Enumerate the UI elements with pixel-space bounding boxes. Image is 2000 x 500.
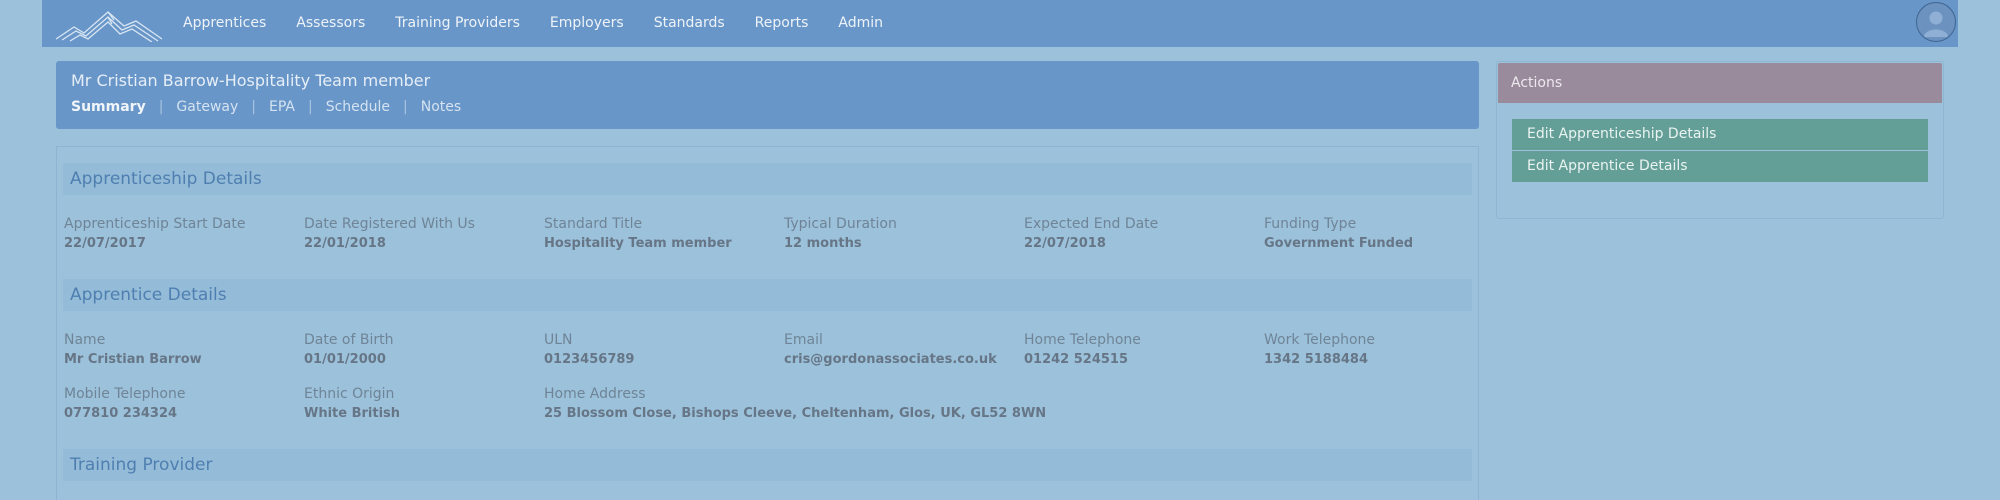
nav-admin[interactable]: Admin xyxy=(838,15,883,31)
work-telephone: Work Telephone 1342 5188484 xyxy=(1264,332,1375,368)
funding-type: Funding Type Government Funded xyxy=(1264,216,1413,252)
tab-gateway[interactable]: Gateway xyxy=(176,99,238,115)
nav-reports[interactable]: Reports xyxy=(755,15,809,31)
apprentice-header-panel: Mr Cristian Barrow-Hospitality Team memb… xyxy=(56,61,1479,129)
field-value: Government Funded xyxy=(1264,236,1414,251)
field-value: White British xyxy=(304,406,401,421)
field-value: 0123456789 xyxy=(544,352,635,367)
field-label: Work Telephone xyxy=(1264,332,1376,348)
typical-duration: Typical Duration 12 months xyxy=(784,216,897,252)
field-value: 01242 524515 xyxy=(1024,352,1129,367)
field-label: Date Registered With Us xyxy=(304,216,475,232)
field-label: Name xyxy=(64,332,106,348)
apprentice-name: Name Mr Cristian Barrow xyxy=(64,332,202,368)
actions-panel: Actions Edit Apprenticeship Details Edit… xyxy=(1496,61,1944,219)
user-avatar-icon[interactable] xyxy=(1916,2,1956,42)
field-label: Ethnic Origin xyxy=(304,386,395,402)
expected-end-date: Expected End Date 22/07/2018 xyxy=(1024,216,1158,252)
top-navbar: Apprentices Assessors Training Providers… xyxy=(42,0,1958,47)
mountain-logo-icon[interactable] xyxy=(54,6,164,42)
tab-separator: | xyxy=(158,99,164,115)
page-title: Mr Cristian Barrow-Hospitality Team memb… xyxy=(71,71,431,90)
nav-assessors[interactable]: Assessors xyxy=(296,15,365,31)
field-label: Standard Title xyxy=(544,216,643,232)
field-value: cris@gordonassociates.co.uk xyxy=(784,352,997,367)
field-value: 12 months xyxy=(784,236,862,251)
nav-standards[interactable]: Standards xyxy=(654,15,725,31)
summary-content: Apprenticeship Details Apprenticeship St… xyxy=(56,146,1479,500)
field-value: Hospitality Team member xyxy=(544,236,732,251)
tab-separator: | xyxy=(307,99,313,115)
apprenticeship-details-header: Apprenticeship Details xyxy=(63,163,1472,195)
tab-notes[interactable]: Notes xyxy=(421,99,461,115)
edit-apprenticeship-details-button[interactable]: Edit Apprenticeship Details xyxy=(1512,119,1928,150)
section-title: Apprentice Details xyxy=(70,285,227,305)
tab-schedule[interactable]: Schedule xyxy=(326,99,390,115)
field-label: Email xyxy=(784,332,823,348)
standard-title: Standard Title Hospitality Team member xyxy=(544,216,732,252)
tab-summary[interactable]: Summary xyxy=(71,99,146,115)
email: Email cris@gordonassociates.co.uk xyxy=(784,332,997,368)
tab-epa[interactable]: EPA xyxy=(269,99,295,115)
nav-training-providers[interactable]: Training Providers xyxy=(395,15,520,31)
tab-separator: | xyxy=(403,99,408,115)
field-value: 22/07/2018 xyxy=(1024,236,1106,251)
field-value: Mr Cristian Barrow xyxy=(64,352,202,367)
mobile-telephone: Mobile Telephone 077810 234324 xyxy=(64,386,185,422)
nav-employers[interactable]: Employers xyxy=(550,15,624,31)
tab-separator: | xyxy=(251,99,256,115)
field-value: 25 Blossom Close, Bishops Cleeve, Chelte… xyxy=(544,406,1047,421)
sub-navigation: Summary | Gateway | EPA | Schedule | Not… xyxy=(71,99,461,115)
field-label: Apprenticeship Start Date xyxy=(64,216,246,232)
field-label: Date of Birth xyxy=(304,332,394,348)
field-value: 22/01/2018 xyxy=(304,236,386,251)
actions-title: Actions xyxy=(1511,75,1563,91)
apprenticeship-start-date: Apprenticeship Start Date 22/07/2017 xyxy=(64,216,245,252)
field-value: 01/01/2000 xyxy=(304,352,386,367)
field-value: 1342 5188484 xyxy=(1264,352,1369,367)
field-label: Home Telephone xyxy=(1024,332,1141,348)
main-nav: Apprentices Assessors Training Providers… xyxy=(183,0,913,45)
home-address: Home Address 25 Blossom Close, Bishops C… xyxy=(544,386,1046,422)
training-provider-header: Training Provider xyxy=(63,449,1472,481)
home-telephone: Home Telephone 01242 524515 xyxy=(1024,332,1141,368)
field-label: Mobile Telephone xyxy=(64,386,186,402)
field-value: 077810 234324 xyxy=(64,406,178,421)
section-title: Training Provider xyxy=(70,455,213,475)
field-value: 22/07/2017 xyxy=(64,236,146,251)
field-label: Expected End Date xyxy=(1024,216,1159,232)
field-label: Funding Type xyxy=(1264,216,1357,232)
field-label: ULN xyxy=(544,332,573,348)
section-title: Apprenticeship Details xyxy=(70,169,262,189)
nav-apprentices[interactable]: Apprentices xyxy=(183,15,266,31)
actions-header: Actions xyxy=(1498,63,1942,103)
date-registered: Date Registered With Us 22/01/2018 xyxy=(304,216,475,252)
ethnic-origin: Ethnic Origin White British xyxy=(304,386,400,422)
edit-apprentice-details-button[interactable]: Edit Apprentice Details xyxy=(1512,151,1928,182)
apprentice-details-header: Apprentice Details xyxy=(63,279,1472,311)
field-label: Home Address xyxy=(544,386,646,402)
field-label: Typical Duration xyxy=(784,216,897,232)
uln: ULN 0123456789 xyxy=(544,332,634,368)
date-of-birth: Date of Birth 01/01/2000 xyxy=(304,332,393,368)
